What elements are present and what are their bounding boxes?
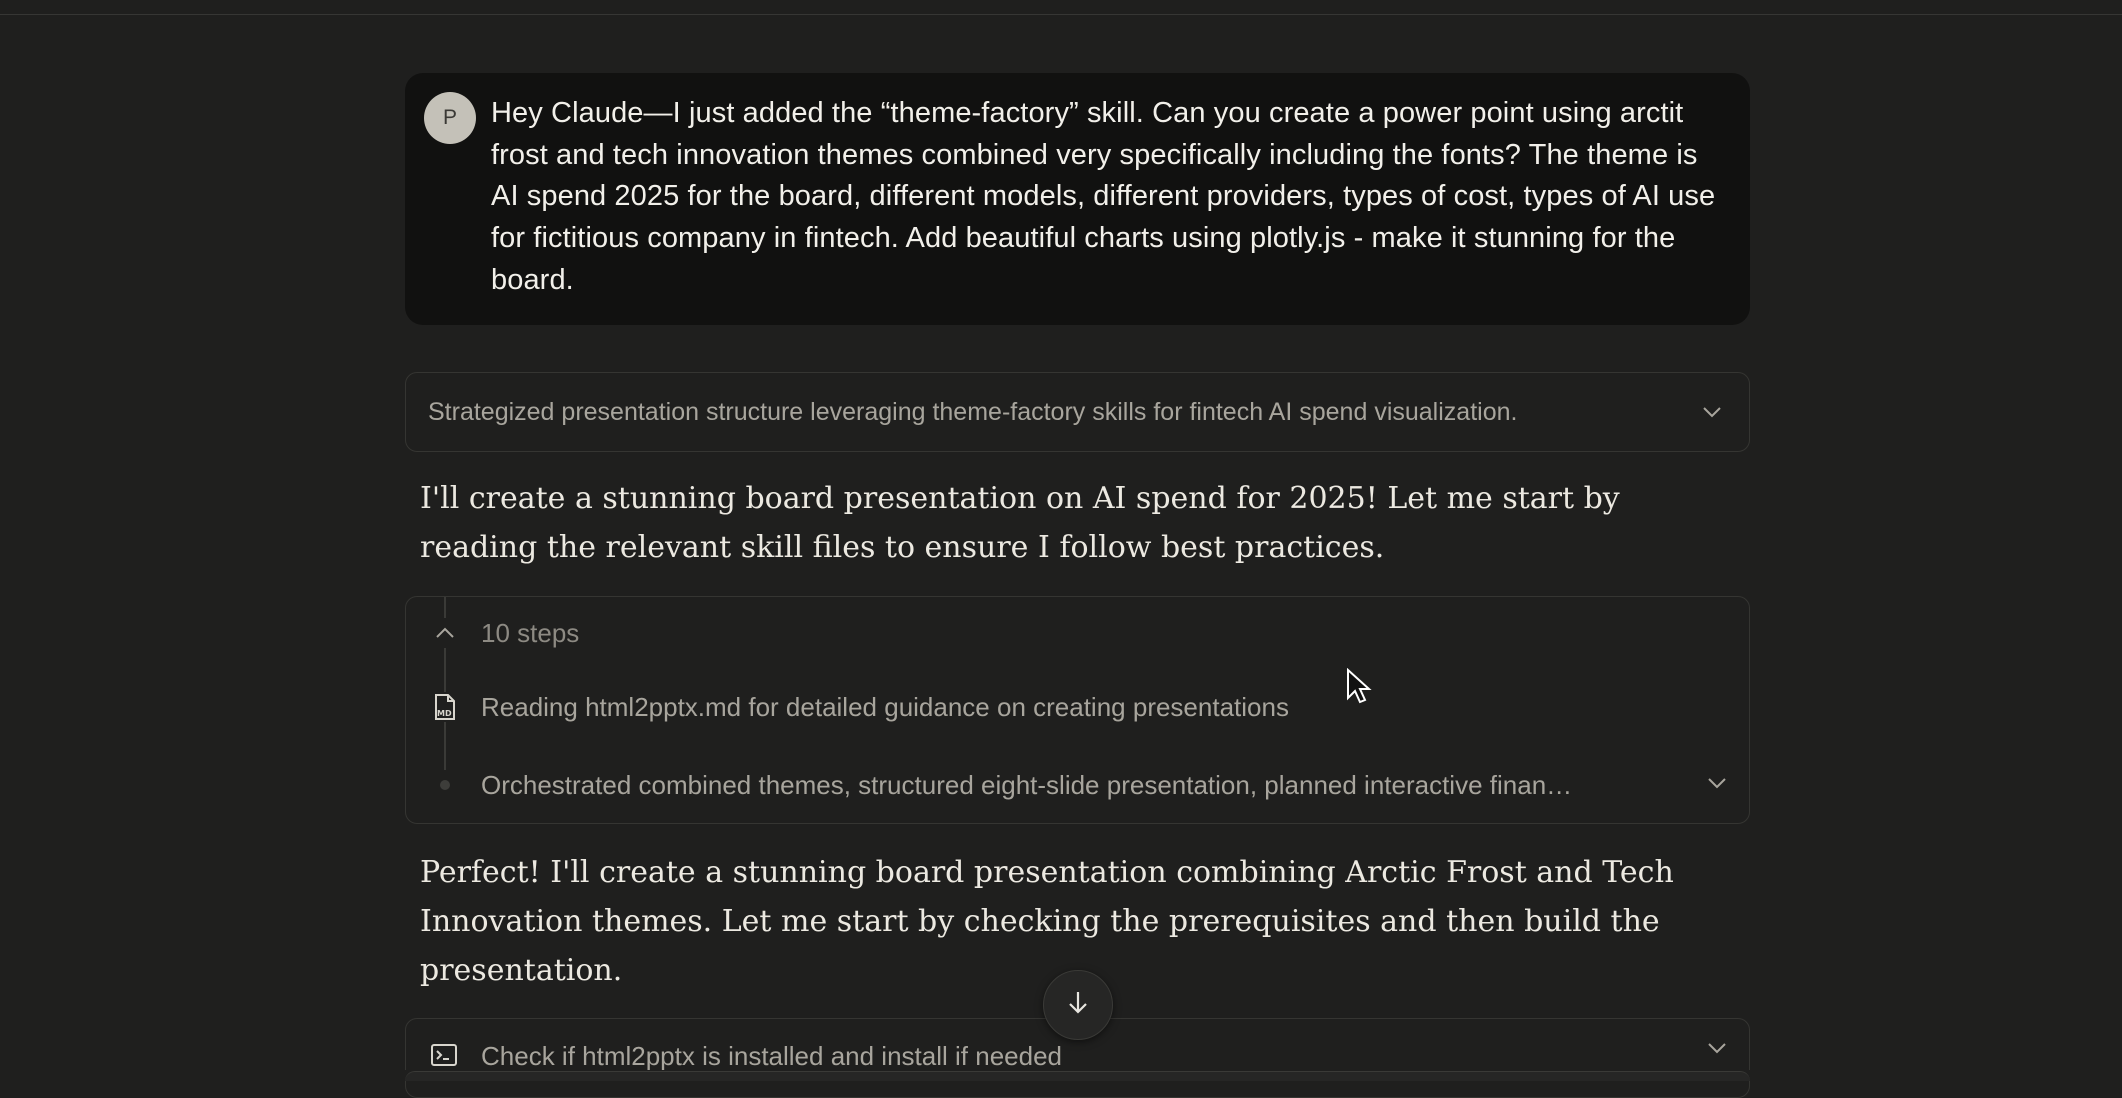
assistant-paragraph: Perfect! I'll create a stunning board pr… (420, 855, 1674, 988)
thought-summary[interactable]: Strategized presentation structure lever… (405, 372, 1750, 452)
assistant-paragraph: I'll create a stunning board presentatio… (420, 481, 1620, 565)
step-item-label: Reading html2pptx.md for detailed guidan… (481, 691, 1289, 722)
user-avatar[interactable]: P (424, 92, 476, 144)
steps-toggle[interactable]: 10 steps (406, 613, 1749, 653)
scroll-to-bottom-button[interactable] (1043, 970, 1113, 1040)
chevron-down-icon[interactable] (1707, 776, 1727, 794)
dot-icon (430, 770, 460, 800)
user-message: P Hey Claude—I just added the “theme-fac… (405, 73, 1750, 325)
thought-summary-text: Strategized presentation structure lever… (428, 397, 1518, 426)
terminal-icon (430, 1043, 458, 1072)
tool-call-label: Check if html2pptx is installed and inst… (481, 1041, 1062, 1071)
mouse-cursor-icon (1346, 667, 1372, 711)
arrow-down-icon (1067, 990, 1089, 1021)
svg-text:MD: MD (437, 709, 452, 718)
chevron-down-icon[interactable] (1707, 1041, 1727, 1059)
steps-count: 10 steps (481, 617, 580, 648)
step-item-label: Orchestrated combined themes, structured… (481, 769, 1573, 800)
chevron-down-icon[interactable] (1697, 397, 1727, 427)
user-message-text: Hey Claude—I just added the “theme-facto… (491, 97, 1716, 296)
step-item[interactable]: MD Reading html2pptx.md for detailed gui… (406, 687, 1749, 727)
markdown-file-icon: MD (430, 692, 460, 722)
chevron-up-icon[interactable] (430, 618, 460, 648)
top-border (0, 0, 2122, 15)
step-item[interactable]: Orchestrated combined themes, structured… (406, 765, 1749, 805)
steps-panel: 10 steps MD Reading html2pptx.md for det… (405, 596, 1750, 824)
